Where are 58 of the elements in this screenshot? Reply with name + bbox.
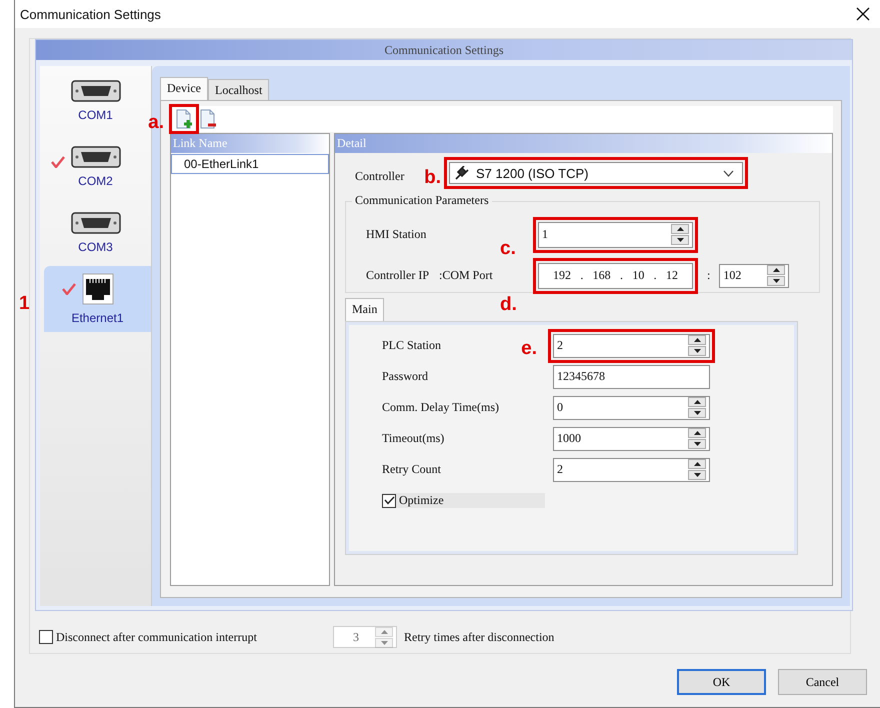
ethernet-port-icon xyxy=(82,273,114,305)
annotation-label: d. xyxy=(500,294,517,314)
spin-buttons[interactable] xyxy=(688,397,706,418)
field-label: Comm. Delay Time(ms) xyxy=(382,400,500,414)
optimize-checkbox[interactable]: Optimize xyxy=(382,493,545,508)
serial-port-icon xyxy=(70,80,120,102)
window-title: Communication Settings xyxy=(20,6,161,22)
annotation-label: b. xyxy=(424,168,441,188)
retry-label: Retry times after disconnection xyxy=(404,630,554,644)
ip-address-field[interactable]: 192 . 168 . 10 . 12 xyxy=(538,262,693,288)
serial-port-icon xyxy=(70,146,120,168)
check-icon xyxy=(62,283,76,295)
close-icon xyxy=(856,7,870,21)
field-label: Controller xyxy=(355,168,404,182)
field-label: HMI Station xyxy=(366,227,428,242)
cancel-button[interactable]: Cancel xyxy=(778,669,867,695)
remove-document-icon[interactable] xyxy=(198,109,218,129)
tab[interactable]: Device xyxy=(160,77,208,100)
spin-field[interactable]: 1000 xyxy=(553,426,710,450)
disconnect-checkbox[interactable]: Disconnect after communication interrupt xyxy=(39,630,333,644)
tab[interactable]: Localhost xyxy=(208,79,270,100)
spin-buttons[interactable] xyxy=(767,265,786,286)
field-label: PLC Station xyxy=(382,338,442,352)
annotation-label: c. xyxy=(500,238,516,258)
annotation-label: 1 xyxy=(19,294,30,314)
chevron-down-icon xyxy=(723,170,734,176)
tab[interactable]: Main xyxy=(345,298,384,321)
detail-header: Detail xyxy=(335,134,832,153)
link-item[interactable]: 00-EtherLink1 xyxy=(171,154,329,174)
add-document-icon[interactable] xyxy=(174,109,194,129)
ok-button[interactable]: OK xyxy=(677,669,766,695)
hmi-station-field[interactable]: 1 xyxy=(538,222,693,248)
panel-header: Communication Settings xyxy=(36,40,852,60)
spin-field[interactable]: 2 xyxy=(553,458,710,482)
annotation-label: a. xyxy=(148,113,164,133)
field-label: Controller IP xyxy=(366,268,429,283)
field-label: Timeout(ms) xyxy=(382,431,444,445)
serial-port-icon xyxy=(70,212,120,234)
annotation-label: e. xyxy=(521,338,537,358)
separator-label: : xyxy=(707,268,710,283)
check-icon xyxy=(50,156,64,168)
port-field[interactable]: 102 xyxy=(719,264,790,288)
controller-dropdown[interactable]: S7 1200 (ISO TCP) xyxy=(449,162,743,184)
plug-icon xyxy=(454,166,470,180)
spin-buttons[interactable] xyxy=(688,428,706,449)
spin-field[interactable]: 2 xyxy=(553,334,710,358)
spin-buttons[interactable] xyxy=(688,459,706,480)
spin-field[interactable]: 0 xyxy=(553,396,710,420)
spin-buttons[interactable] xyxy=(671,224,689,245)
input-field[interactable]: 12345678 xyxy=(553,364,710,388)
list-header: Link Name xyxy=(171,134,329,153)
field-label: Retry Count xyxy=(382,462,441,476)
port-item[interactable]: COM3 xyxy=(40,200,151,266)
field-label: :COM Port xyxy=(439,268,493,283)
checkmark-icon xyxy=(384,496,394,505)
port-item[interactable]: COM2 xyxy=(40,134,151,200)
field-label: Password xyxy=(382,369,428,383)
spin-buttons[interactable] xyxy=(688,335,706,356)
